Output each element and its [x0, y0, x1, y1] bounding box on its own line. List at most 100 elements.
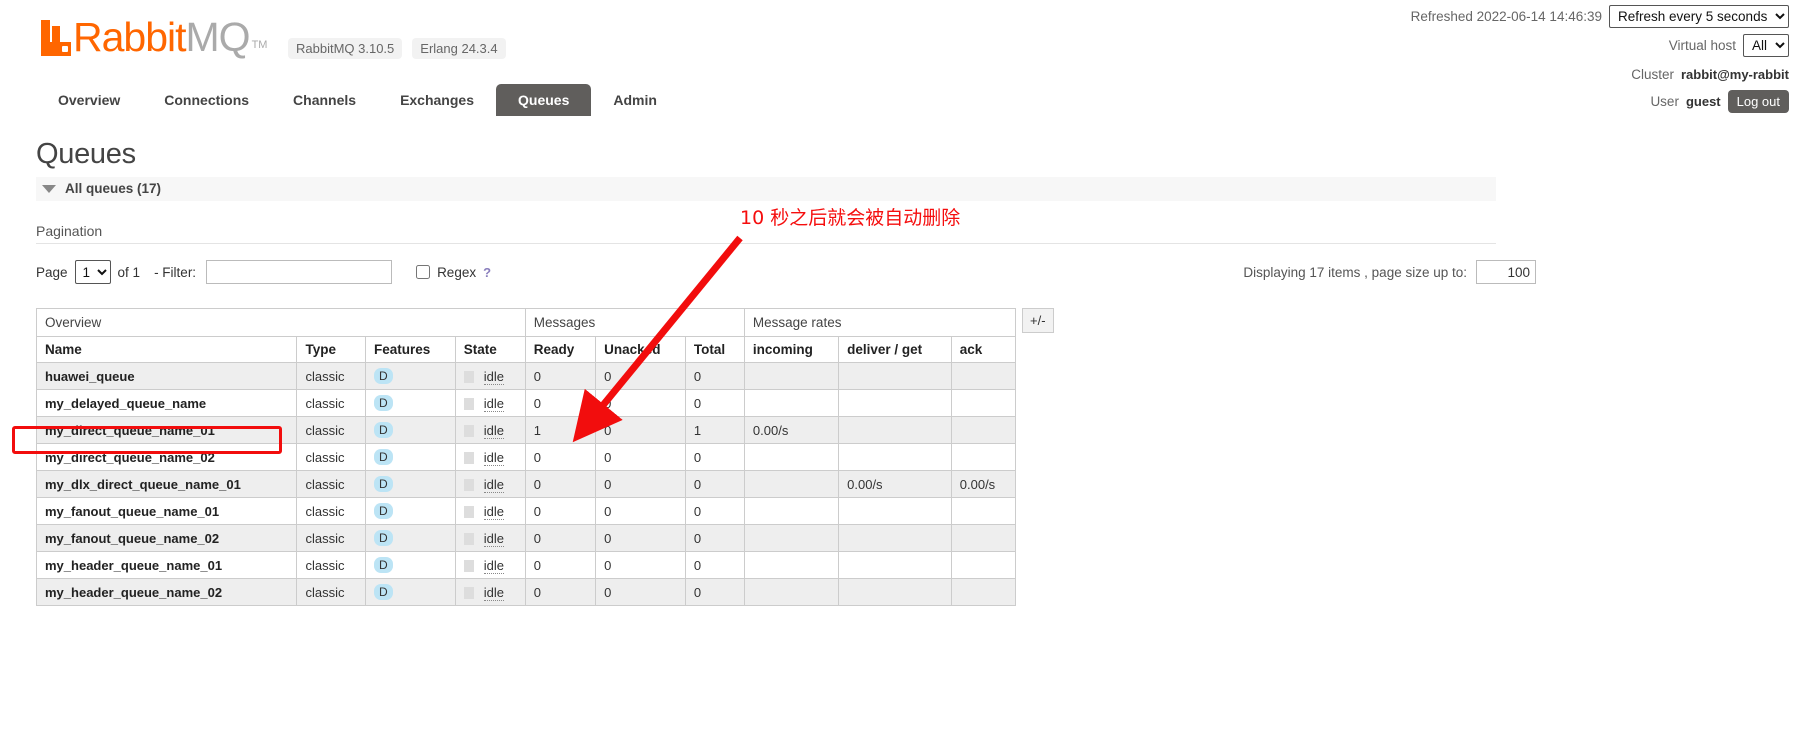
pagination-divider	[36, 243, 1496, 244]
cell-ack	[950, 362, 1017, 390]
state-indicator-icon	[463, 479, 474, 492]
cell-incoming	[743, 443, 840, 471]
cell-name[interactable]: my_fanout_queue_name_01	[35, 497, 298, 525]
table-row[interactable]: my_header_queue_name_02 classic Didle 0 0 0	[35, 578, 1017, 606]
cell-name[interactable]: my_header_queue_name_01	[35, 551, 298, 579]
durable-badge: D	[374, 476, 393, 492]
cell-incoming	[743, 578, 840, 606]
cell-deliver-get: 0.00/s	[838, 470, 952, 498]
tab-queues[interactable]: Queues	[496, 84, 592, 116]
queues-table-body: huawei_queue classic Didle 0 0 0 my_delayed_qu…	[35, 362, 1017, 606]
table-row[interactable]: my_delayed_queue_name classic Didle 0 0 0	[35, 389, 1017, 417]
cell-type: classic	[296, 470, 367, 498]
tab-channels[interactable]: Channels	[271, 84, 378, 116]
cell-features: D	[365, 524, 456, 552]
cell-name[interactable]: huawei_queue	[35, 362, 298, 390]
cell-name[interactable]: my_fanout_queue_name_02	[35, 524, 298, 552]
cell-features: D	[365, 362, 456, 390]
rabbitmq-logo[interactable]: Rabbit MQ TM	[41, 14, 267, 60]
rabbitmq-logo-icon	[41, 20, 71, 56]
durable-badge: D	[374, 449, 393, 465]
durable-badge: D	[374, 422, 393, 438]
cell-name[interactable]: my_header_queue_name_02	[35, 578, 298, 606]
cell-name[interactable]: my_direct_queue_name_02	[35, 443, 298, 471]
cell-ready: 0	[524, 443, 597, 471]
main-nav: Overview Connections Channels Exchanges …	[36, 84, 679, 116]
chevron-down-icon[interactable]	[42, 184, 56, 193]
filter-input[interactable]	[206, 260, 393, 284]
durable-badge: D	[374, 530, 393, 546]
cell-total: 0	[684, 389, 745, 417]
cell-state: idle	[454, 470, 526, 498]
page-label: Page	[36, 264, 68, 280]
user-label: User	[1650, 94, 1679, 109]
logout-button[interactable]: Log out	[1727, 90, 1789, 113]
col-features[interactable]: Features	[365, 336, 456, 363]
col-unacked[interactable]: Unacked	[595, 336, 686, 363]
cell-ready: 0	[524, 470, 597, 498]
displaying-items-label: Displaying 17 items , page size up to:	[1243, 264, 1467, 280]
table-row[interactable]: my_direct_queue_name_01 classic Didle 1 0 1 0.…	[35, 416, 1017, 444]
table-row[interactable]: huawei_queue classic Didle 0 0 0	[35, 362, 1017, 390]
page-title: Queues	[36, 138, 136, 170]
toggle-columns-button[interactable]: +/-	[1022, 308, 1054, 333]
cell-deliver-get	[838, 551, 952, 579]
table-row[interactable]: my_direct_queue_name_02 classic Didle 0 0 0	[35, 443, 1017, 471]
state-label: idle	[483, 503, 504, 520]
col-ack[interactable]: ack	[950, 336, 1017, 363]
page-number-select[interactable]: 1	[74, 260, 111, 284]
cell-unacked: 0	[595, 362, 686, 390]
annotation-text: 10 秒之后就会被自动删除	[740, 207, 961, 229]
refresh-interval-select[interactable]: Refresh every 5 seconds	[1609, 5, 1789, 28]
page-size-input[interactable]	[1476, 260, 1536, 284]
all-queues-label: All queues (17)	[65, 181, 162, 196]
tab-admin[interactable]: Admin	[591, 84, 679, 116]
cell-state: idle	[454, 578, 526, 606]
state-indicator-icon	[463, 371, 474, 384]
col-state[interactable]: State	[454, 336, 526, 363]
regex-help-icon[interactable]: ?	[483, 265, 491, 280]
logo-text-mq: MQ	[185, 14, 251, 60]
cell-total: 0	[684, 551, 745, 579]
tab-exchanges[interactable]: Exchanges	[378, 84, 496, 116]
user-row: User guest Log out	[1411, 90, 1789, 113]
cell-name[interactable]: my_delayed_queue_name	[35, 389, 298, 417]
cell-features: D	[365, 497, 456, 525]
cell-total: 0	[684, 497, 745, 525]
group-message-rates: Message rates	[743, 308, 1017, 337]
table-row[interactable]: my_fanout_queue_name_01 classic Didle 0 0 0	[35, 497, 1017, 525]
col-deliver-get[interactable]: deliver / get	[838, 336, 952, 363]
col-name[interactable]: Name	[35, 336, 298, 363]
cell-incoming	[743, 497, 840, 525]
cell-deliver-get	[838, 524, 952, 552]
cell-unacked: 0	[595, 416, 686, 444]
table-row[interactable]: my_fanout_queue_name_02 classic Didle 0 0 0	[35, 524, 1017, 552]
cell-type: classic	[296, 551, 367, 579]
table-row[interactable]: my_header_queue_name_01 classic Didle 0 0 0	[35, 551, 1017, 579]
cell-total: 0	[684, 524, 745, 552]
col-incoming[interactable]: incoming	[743, 336, 840, 363]
cell-name[interactable]: my_dlx_direct_queue_name_01	[35, 470, 298, 498]
cell-ack	[950, 389, 1017, 417]
table-row[interactable]: my_dlx_direct_queue_name_01 classic Didle 0…	[35, 470, 1017, 498]
cell-state: idle	[454, 524, 526, 552]
cell-ready: 0	[524, 497, 597, 525]
col-type[interactable]: Type	[296, 336, 367, 363]
vhost-select[interactable]: All	[1743, 34, 1789, 57]
cell-ready: 0	[524, 362, 597, 390]
tab-overview[interactable]: Overview	[36, 84, 142, 116]
cell-features: D	[365, 551, 456, 579]
cell-total: 0	[684, 443, 745, 471]
col-ready[interactable]: Ready	[524, 336, 597, 363]
col-total[interactable]: Total	[684, 336, 745, 363]
tab-connections[interactable]: Connections	[142, 84, 271, 116]
badge-rabbitmq-version: RabbitMQ 3.10.5	[288, 38, 403, 59]
cell-incoming	[743, 362, 840, 390]
cell-deliver-get	[838, 578, 952, 606]
all-queues-section-header[interactable]: All queues (17)	[36, 177, 1496, 201]
state-indicator-icon	[463, 587, 474, 600]
cell-ready: 1	[524, 416, 597, 444]
regex-checkbox[interactable]	[416, 265, 431, 279]
header-right-panel: Refreshed 2022-06-14 14:46:39 Refresh ev…	[1411, 5, 1789, 119]
cell-name[interactable]: my_direct_queue_name_01	[35, 416, 298, 444]
